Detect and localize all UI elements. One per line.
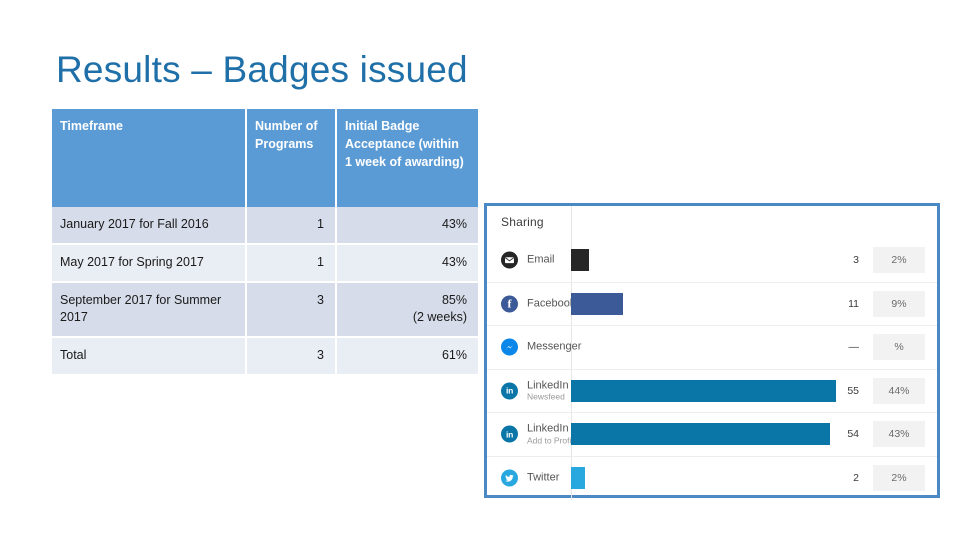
sharing-channel-label: LinkedIn Newsfeed — [527, 379, 569, 402]
sharing-channel-label: Facebook — [527, 297, 576, 310]
sharing-channel-label: Email — [527, 253, 555, 266]
table-row: January 2017 for Fall 2016 1 43% — [52, 207, 478, 245]
cell-acceptance: 61% — [336, 337, 478, 374]
sharing-percent: 43% — [873, 421, 925, 448]
twitter-icon — [501, 469, 518, 487]
table-body: January 2017 for Fall 2016 1 43% May 201… — [52, 207, 478, 374]
sharing-channel-label: Messenger — [527, 340, 582, 353]
cell-acceptance: 85% (2 weeks) — [336, 281, 478, 338]
cell-number: 1 — [246, 207, 337, 245]
sharing-bar — [571, 249, 589, 272]
cell-number: 3 — [246, 281, 337, 338]
sharing-count: 55 — [847, 384, 859, 397]
linkedin-icon: in — [501, 425, 518, 443]
sharing-percent: 44% — [873, 377, 925, 404]
sharing-count: 3 — [853, 254, 859, 267]
table-header-row: Timeframe Number of Programs Initial Bad… — [52, 109, 478, 207]
sharing-count: 2 — [853, 472, 859, 485]
acceptance-note: (2 weeks) — [412, 310, 467, 325]
sharing-bar — [571, 379, 836, 402]
table-row: September 2017 for Summer 2017 3 85% (2 … — [52, 281, 478, 338]
sharing-row[interactable]: in LinkedIn Newsfeed 55 44% — [487, 369, 937, 413]
cell-timeframe: September 2017 for Summer 2017 — [52, 281, 247, 338]
sharing-row[interactable]: Twitter 2 2% — [487, 456, 937, 500]
sharing-count: 54 — [847, 428, 859, 441]
sharing-bar — [571, 423, 830, 446]
sharing-channel-sublabel: Newsfeed — [527, 391, 565, 402]
sharing-row[interactable]: Messenger —% — [487, 326, 937, 370]
table-row: May 2017 for Spring 2017 1 43% — [52, 243, 478, 283]
sharing-rows-list: Email 3 2% f Facebook 11 9% Messenger —% in Linked… — [487, 206, 937, 500]
cell-timeframe: Total — [52, 337, 247, 374]
acceptance-value: 61% — [441, 348, 467, 362]
cell-number: 1 — [246, 243, 337, 283]
sharing-percent: 2% — [873, 247, 925, 274]
cell-acceptance: 43% — [336, 243, 478, 283]
sharing-row[interactable]: in LinkedIn Add to Profile 54 43% — [487, 413, 937, 457]
cell-timeframe: January 2017 for Fall 2016 — [52, 207, 247, 245]
sharing-row[interactable]: f Facebook 11 9% — [487, 282, 937, 326]
linkedin-icon: in — [501, 382, 518, 400]
column-header-initial-badge-acceptance: Initial Badge Acceptance (within 1 week … — [336, 109, 478, 207]
sharing-count: 11 — [848, 297, 859, 310]
sharing-bar — [571, 292, 623, 315]
sharing-percent: 9% — [873, 290, 925, 317]
cell-acceptance: 43% — [336, 207, 478, 245]
acceptance-value: 85% — [441, 292, 467, 307]
results-table: Timeframe Number of Programs Initial Bad… — [52, 109, 478, 374]
messenger-icon — [501, 338, 518, 356]
email-icon — [501, 251, 518, 269]
sharing-panel: Sharing Email 3 2% f Facebook 11 9% Messenger —%… — [484, 203, 940, 500]
acceptance-value: 43% — [441, 254, 467, 269]
table-header: Timeframe Number of Programs Initial Bad… — [52, 109, 478, 207]
facebook-icon: f — [501, 295, 518, 313]
sharing-percent: % — [873, 334, 925, 361]
acceptance-value: 43% — [441, 217, 467, 231]
sharing-channel-label: Twitter — [527, 471, 560, 484]
sharing-heading: Sharing — [501, 215, 544, 229]
sharing-percent: 2% — [873, 465, 925, 492]
page-title: Results – Badges issued — [56, 49, 468, 90]
column-header-number-of-programs: Number of Programs — [246, 109, 337, 207]
cell-number: 3 — [246, 337, 337, 374]
sharing-bar — [571, 467, 585, 490]
cell-timeframe: May 2017 for Spring 2017 — [52, 243, 247, 283]
sharing-row[interactable]: Email 3 2% — [487, 206, 937, 283]
table-row-total: Total 3 61% — [52, 337, 478, 374]
sharing-count: — — [848, 341, 860, 354]
column-header-timeframe: Timeframe — [52, 109, 247, 207]
